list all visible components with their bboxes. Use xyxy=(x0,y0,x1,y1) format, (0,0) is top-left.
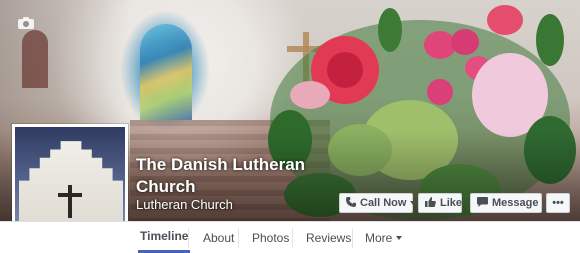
tab-divider xyxy=(238,228,239,248)
more-options-label: ••• xyxy=(552,197,564,209)
page-category[interactable]: Lutheran Church xyxy=(136,197,233,212)
call-now-button[interactable]: Call Now xyxy=(339,193,417,213)
tab-photos[interactable]: Photos xyxy=(250,222,291,253)
chevron-down-icon xyxy=(396,235,403,240)
message-label: Message xyxy=(492,197,539,209)
page-header: The Danish Lutheran Church Lutheran Chur… xyxy=(0,0,580,253)
message-icon xyxy=(477,196,488,210)
tab-more[interactable]: More xyxy=(363,222,404,253)
tab-reviews[interactable]: Reviews xyxy=(304,222,353,253)
tab-about-label: About xyxy=(203,230,235,245)
stained-glass-window xyxy=(140,24,192,120)
page-name[interactable]: The Danish Lutheran Church xyxy=(136,154,336,198)
tab-timeline-label: Timeline xyxy=(140,229,189,243)
chevron-down-icon xyxy=(410,201,417,205)
call-now-label: Call Now xyxy=(360,197,407,209)
more-options-button[interactable]: ••• xyxy=(546,193,570,213)
message-button[interactable]: Message xyxy=(470,193,549,213)
tab-reviews-label: Reviews xyxy=(306,230,352,245)
tab-divider xyxy=(352,228,353,248)
thumbs-up-icon xyxy=(425,196,436,210)
tab-photos-label: Photos xyxy=(252,230,290,245)
like-label: Like xyxy=(440,197,463,209)
tab-divider xyxy=(292,228,293,248)
church-cross-vertical xyxy=(68,185,72,218)
tab-timeline[interactable]: Timeline xyxy=(138,222,191,253)
like-button[interactable]: Like xyxy=(418,193,462,213)
page-nav-bar: Timeline About Photos Reviews More xyxy=(0,221,580,253)
church-cross-horizontal xyxy=(58,193,82,197)
tab-more-label: More xyxy=(365,230,393,245)
phone-icon xyxy=(346,196,356,210)
tab-divider xyxy=(188,228,189,248)
tab-about[interactable]: About xyxy=(201,222,236,253)
camera-icon[interactable] xyxy=(18,16,34,34)
